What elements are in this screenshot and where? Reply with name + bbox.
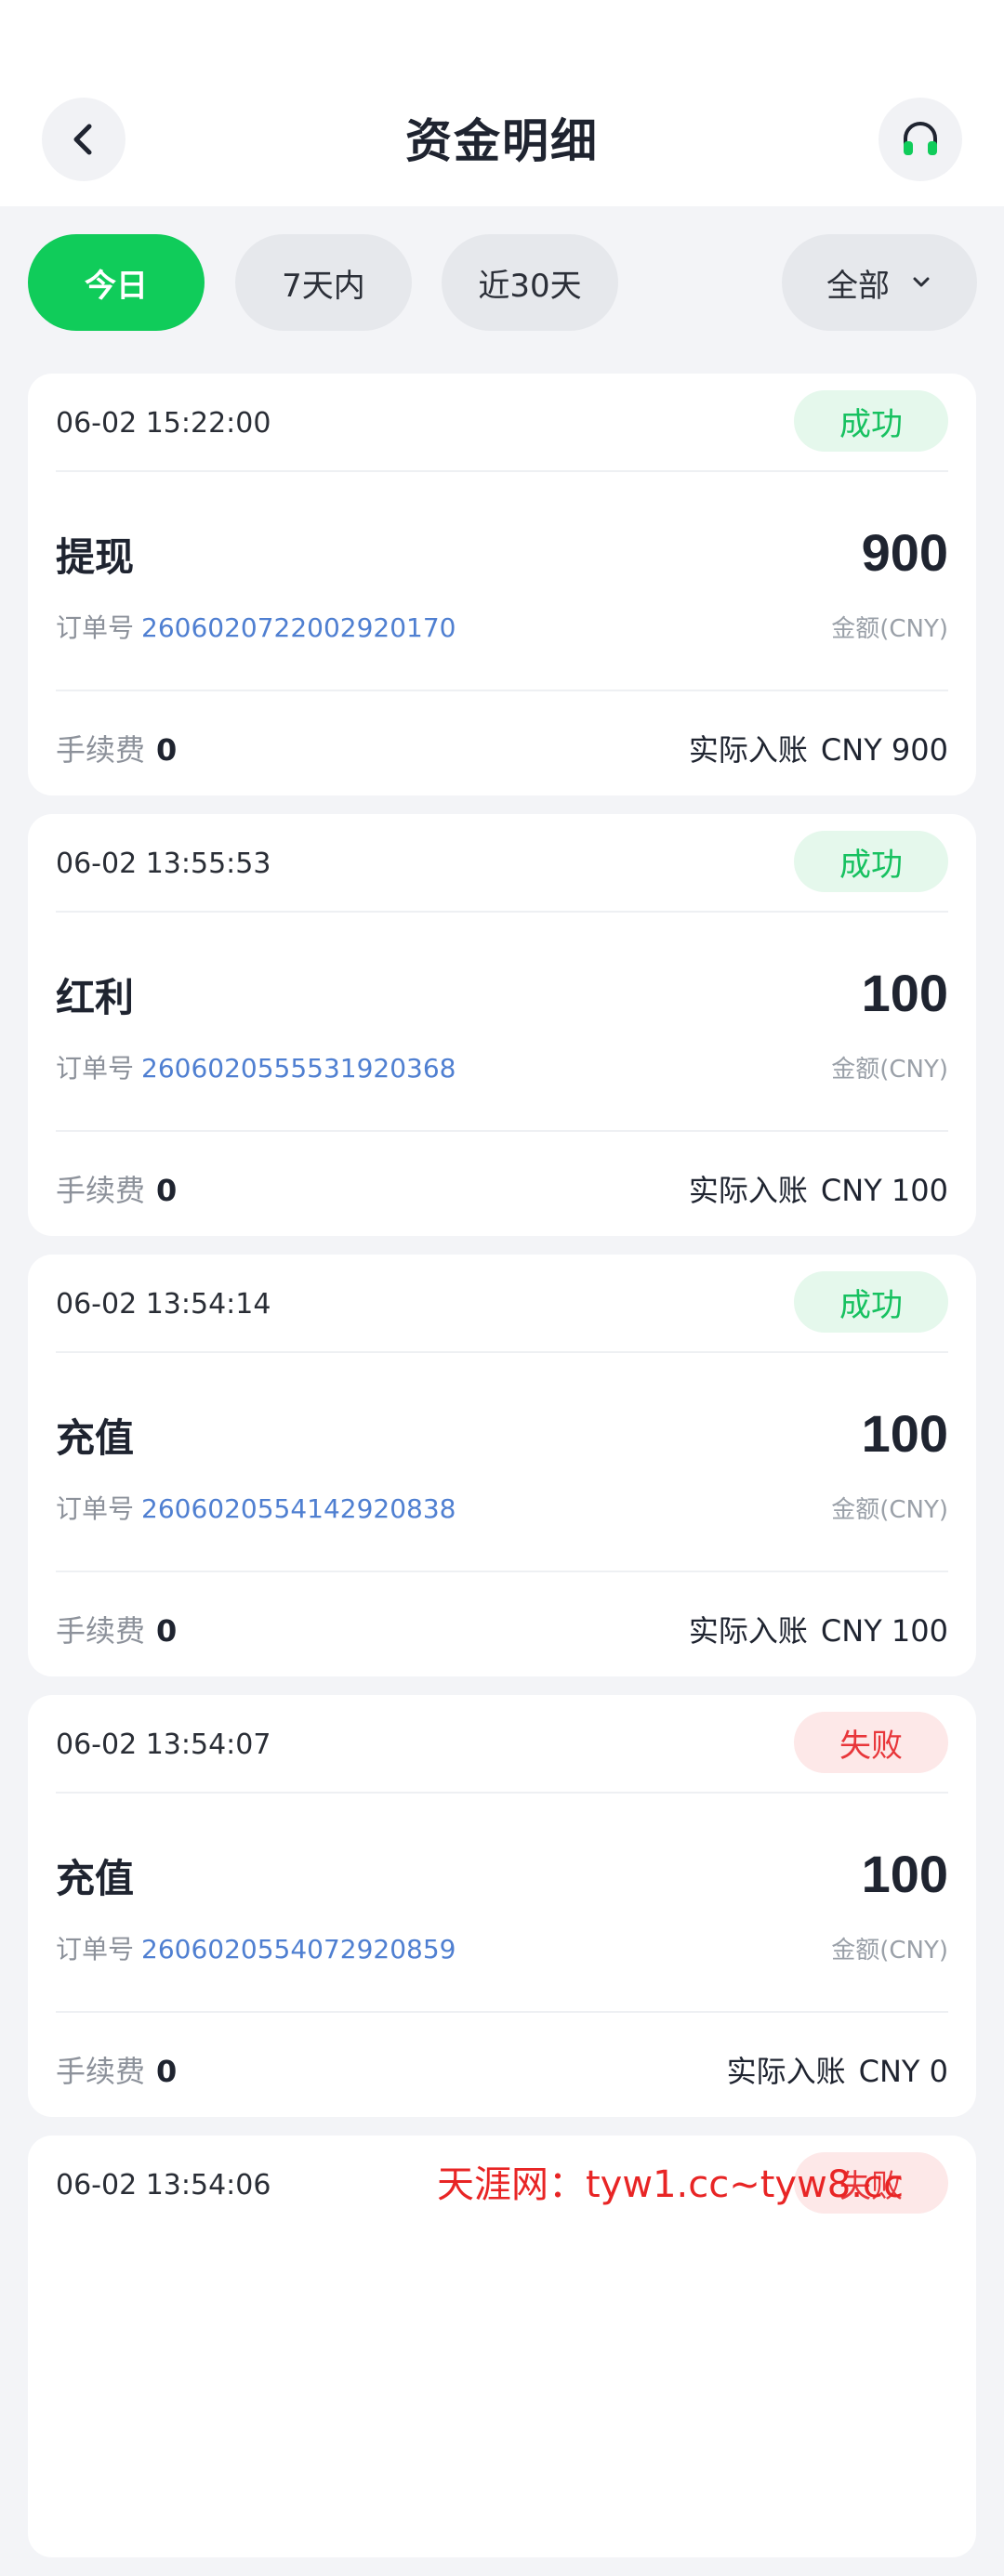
transaction-type: 红利: [56, 975, 135, 1020]
transaction-time: 06-02 13:54:06: [56, 2169, 271, 2201]
status-badge: 成功: [794, 831, 948, 892]
order-number[interactable]: 2606020722002920170: [141, 612, 456, 643]
headset-icon: [904, 122, 937, 155]
credited-value: CNY 100: [820, 1613, 948, 1649]
fee-value: 0: [156, 1613, 178, 1649]
fee-label: 手续费: [56, 732, 146, 768]
order-number-row: 订单号 2606020722002920170: [56, 608, 456, 645]
status-badge: 成功: [794, 1271, 948, 1333]
divider: [56, 1792, 948, 1794]
credited-label: 实际入账: [688, 732, 808, 768]
credited-label: 实际入账: [688, 1173, 808, 1208]
order-number[interactable]: 2606020555531920368: [141, 1053, 456, 1084]
fee-label: 手续费: [56, 2054, 146, 2089]
order-number-label: 订单号: [56, 1053, 135, 1084]
amount-currency-caption: 金额(CNY): [831, 1056, 948, 1084]
transaction-amount: 900: [861, 523, 948, 582]
customer-service-button[interactable]: [878, 98, 962, 181]
amount-currency-caption: 金额(CNY): [831, 1496, 948, 1524]
transaction-time: 06-02 15:22:00: [56, 407, 271, 440]
watermark-site: tyw1.cc~tyw8.cc: [586, 2163, 904, 2206]
divider: [56, 690, 948, 691]
filter-bar: 今日 7天内 近30天 全部: [0, 234, 1004, 331]
watermark-brand: 天涯网：: [437, 2163, 586, 2206]
credited-row: 实际入账 CNY 100: [689, 1167, 948, 1210]
transaction-list: 06-02 15:22:00 成功 提现 900 订单号 260602072200…: [28, 374, 976, 2576]
transaction-card[interactable]: 06-02 13:54:07 失败 充值 100 订单号 260602055407…: [28, 1695, 976, 2117]
order-number[interactable]: 2606020554072920859: [141, 1934, 456, 1965]
transaction-type: 充值: [56, 1415, 135, 1461]
status-badge: 成功: [794, 390, 948, 452]
fee-label: 手续费: [56, 1613, 146, 1649]
divider: [56, 911, 948, 913]
type-filter-dropdown[interactable]: 全部: [782, 234, 977, 331]
divider: [56, 2011, 948, 2013]
type-filter-label: 全部: [826, 267, 890, 305]
divider: [56, 1130, 948, 1132]
chevron-down-icon: [913, 277, 930, 287]
transaction-card[interactable]: 06-02 13:55:53 成功 红利 100 订单号 260602055553…: [28, 814, 976, 1236]
credited-value: CNY 100: [820, 1173, 948, 1208]
credited-row: 实际入账 CNY 0: [727, 2048, 948, 2091]
order-number-row: 订单号 2606020554142920838: [56, 1489, 456, 1526]
order-number-label: 订单号: [56, 1493, 135, 1524]
credited-row: 实际入账 CNY 900: [689, 727, 948, 769]
transaction-card[interactable]: 06-02 13:54:14 成功 充值 100 订单号 260602055414…: [28, 1255, 976, 1676]
credited-value: CNY 0: [858, 2054, 948, 2089]
fee-row: 手续费 0: [56, 1608, 177, 1650]
amount-currency-caption: 金额(CNY): [831, 1937, 948, 1965]
watermark: 天涯网：tyw1.cc~tyw8.cc: [437, 2154, 904, 2208]
credited-row: 实际入账 CNY 100: [689, 1608, 948, 1650]
transaction-amount: 100: [861, 1845, 948, 1903]
tab-today[interactable]: 今日: [28, 234, 205, 331]
top-bar: 资金明细: [0, 0, 1004, 206]
transaction-type: 充值: [56, 1856, 135, 1901]
order-number-row: 订单号 2606020555531920368: [56, 1048, 456, 1085]
transaction-time: 06-02 13:55:53: [56, 848, 271, 880]
amount-currency-caption: 金额(CNY): [831, 615, 948, 643]
transaction-amount: 100: [861, 964, 948, 1022]
status-badge: 失败: [794, 1712, 948, 1773]
transaction-card[interactable]: 06-02 15:22:00 成功 提现 900 订单号 260602072200…: [28, 374, 976, 795]
order-number-label: 订单号: [56, 612, 135, 643]
fee-value: 0: [156, 732, 178, 768]
fee-row: 手续费 0: [56, 2048, 177, 2091]
fee-value: 0: [156, 1173, 178, 1208]
divider: [56, 1571, 948, 1572]
credited-value: CNY 900: [820, 732, 948, 768]
credited-label: 实际入账: [726, 2054, 846, 2089]
transaction-time: 06-02 13:54:14: [56, 1288, 271, 1321]
order-number-row: 订单号 2606020554072920859: [56, 1929, 456, 1966]
fee-row: 手续费 0: [56, 727, 177, 769]
page-title: 资金明细: [405, 114, 599, 168]
fee-row: 手续费 0: [56, 1167, 177, 1210]
order-number-label: 订单号: [56, 1934, 135, 1965]
order-number[interactable]: 2606020554142920838: [141, 1493, 456, 1524]
transaction-type: 提现: [56, 534, 135, 580]
tab-30-days[interactable]: 近30天: [442, 234, 618, 331]
divider: [56, 1351, 948, 1353]
divider: [56, 470, 948, 472]
fee-label: 手续费: [56, 1173, 146, 1208]
fee-value: 0: [156, 2054, 178, 2089]
tab-7-days[interactable]: 7天内: [235, 234, 412, 331]
credited-label: 实际入账: [688, 1613, 808, 1649]
transaction-amount: 100: [861, 1404, 948, 1463]
transaction-time: 06-02 13:54:07: [56, 1728, 271, 1761]
